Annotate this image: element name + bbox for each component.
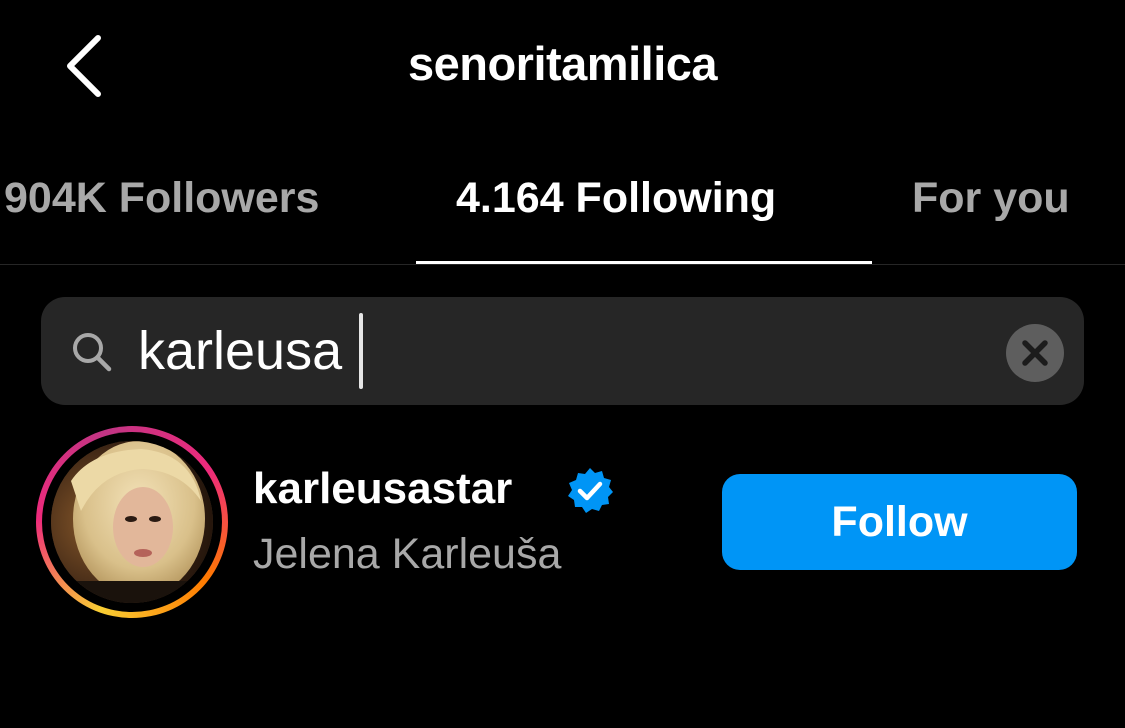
tab-following[interactable]: 4.164 Following	[456, 174, 776, 223]
active-tab-indicator	[416, 261, 872, 264]
text-cursor	[359, 313, 363, 389]
search-icon	[73, 333, 112, 372]
verified-badge-icon	[568, 468, 613, 513]
story-ring[interactable]	[36, 426, 228, 618]
result-full-name: Jelena Karleuša	[253, 530, 562, 578]
search-input[interactable]	[138, 310, 988, 392]
tab-for-you[interactable]: For you	[912, 174, 1070, 223]
clear-icon	[1022, 340, 1048, 366]
header: senoritamilica	[0, 0, 1125, 130]
tab-followers[interactable]: 904K Followers	[4, 174, 319, 223]
clear-search-button[interactable]	[1006, 324, 1064, 382]
tab-bar: 904K Followers 4.164 Following For you	[0, 150, 1125, 265]
avatar	[51, 441, 213, 603]
result-username[interactable]: karleusastar	[253, 464, 512, 514]
follow-button[interactable]: Follow	[722, 474, 1077, 570]
page-title: senoritamilica	[407, 37, 718, 90]
